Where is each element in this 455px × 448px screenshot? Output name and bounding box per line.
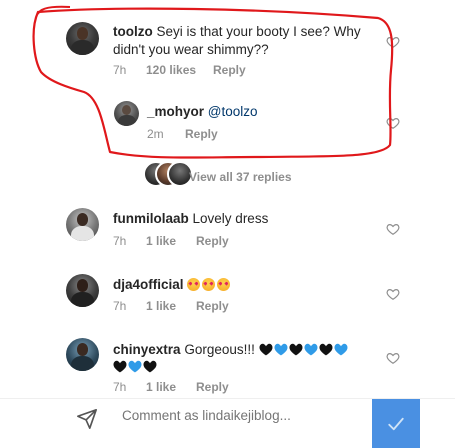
comment-meta: 7h 1 like Reply <box>113 380 229 394</box>
avatar[interactable] <box>66 22 99 55</box>
timestamp: 7h <box>113 234 127 248</box>
emoji-row <box>259 342 349 357</box>
username[interactable]: _mohyor <box>147 104 204 119</box>
blue-heart-emoji <box>334 343 348 356</box>
heart-eyes-face-emoji <box>187 278 201 291</box>
black-heart-emoji <box>319 343 333 356</box>
send-icon[interactable] <box>76 408 98 430</box>
comment-meta: 2m Reply <box>147 127 218 141</box>
blue-heart-emoji <box>274 343 288 356</box>
timestamp: 2m <box>147 127 164 141</box>
likes-count[interactable]: 120 likes <box>146 63 213 77</box>
avatar[interactable] <box>114 101 139 126</box>
comment-meta: 7h 120 likes Reply <box>113 63 246 77</box>
likes-count[interactable]: 1 like <box>146 380 196 394</box>
timestamp: 7h <box>113 299 127 313</box>
reply-button[interactable]: Reply <box>196 380 229 394</box>
username[interactable]: toolzo <box>113 24 153 39</box>
black-heart-emoji <box>143 360 157 373</box>
reply-button[interactable]: Reply <box>196 299 229 313</box>
comment-text: dja4official <box>113 276 232 294</box>
reply-avatars <box>143 161 193 187</box>
likes-count[interactable]: 1 like <box>146 299 196 313</box>
username[interactable]: dja4official <box>113 277 184 292</box>
heart-outline-icon[interactable] <box>386 116 400 130</box>
comment-meta: 7h 1 like Reply <box>113 234 229 248</box>
username[interactable]: funmilolaab <box>113 211 189 226</box>
post-button[interactable] <box>372 399 420 448</box>
comment-meta: 7h 1 like Reply <box>113 299 229 313</box>
comment-text-continued: didn't you wear shimmy?? <box>113 42 269 57</box>
avatar[interactable] <box>66 338 99 371</box>
timestamp: 7h <box>113 380 127 394</box>
avatar[interactable] <box>66 274 99 307</box>
emoji-row <box>187 277 232 292</box>
black-heart-emoji <box>289 343 303 356</box>
comment-text: chinyextra Gorgeous!!! <box>113 341 349 359</box>
heart-eyes-face-emoji <box>217 278 231 291</box>
emoji-row-continued <box>113 358 158 376</box>
black-heart-emoji <box>259 343 273 356</box>
heart-outline-icon[interactable] <box>386 222 400 236</box>
reply-button[interactable]: Reply <box>185 127 218 141</box>
heart-outline-icon[interactable] <box>386 351 400 365</box>
avatar[interactable] <box>66 208 99 241</box>
blue-heart-emoji <box>128 360 142 373</box>
checkmark-icon <box>388 417 404 430</box>
comment-input[interactable] <box>122 408 352 423</box>
comment-body: Gorgeous!!! <box>184 342 255 357</box>
comment-composer <box>0 398 455 448</box>
reply-button[interactable]: Reply <box>196 234 229 248</box>
timestamp: 7h <box>113 63 127 77</box>
heart-eyes-face-emoji <box>202 278 216 291</box>
comment-text: toolzo Seyi is that your booty I see? Wh… <box>113 23 361 41</box>
view-replies-link[interactable]: View all 37 replies <box>189 168 292 186</box>
heart-outline-icon[interactable] <box>386 287 400 301</box>
likes-count[interactable]: 1 like <box>146 234 196 248</box>
black-heart-emoji <box>113 360 127 373</box>
comment-body: Seyi is that your booty I see? Why <box>156 24 361 39</box>
comment-text: _mohyor @toolzo <box>147 103 258 121</box>
blue-heart-emoji <box>304 343 318 356</box>
username[interactable]: chinyextra <box>113 342 181 357</box>
heart-outline-icon[interactable] <box>386 35 400 49</box>
comment-text: funmilolaab Lovely dress <box>113 210 268 228</box>
reply-button[interactable]: Reply <box>213 63 246 77</box>
comment-body: Lovely dress <box>192 211 269 226</box>
mention-link[interactable]: @toolzo <box>208 104 258 119</box>
